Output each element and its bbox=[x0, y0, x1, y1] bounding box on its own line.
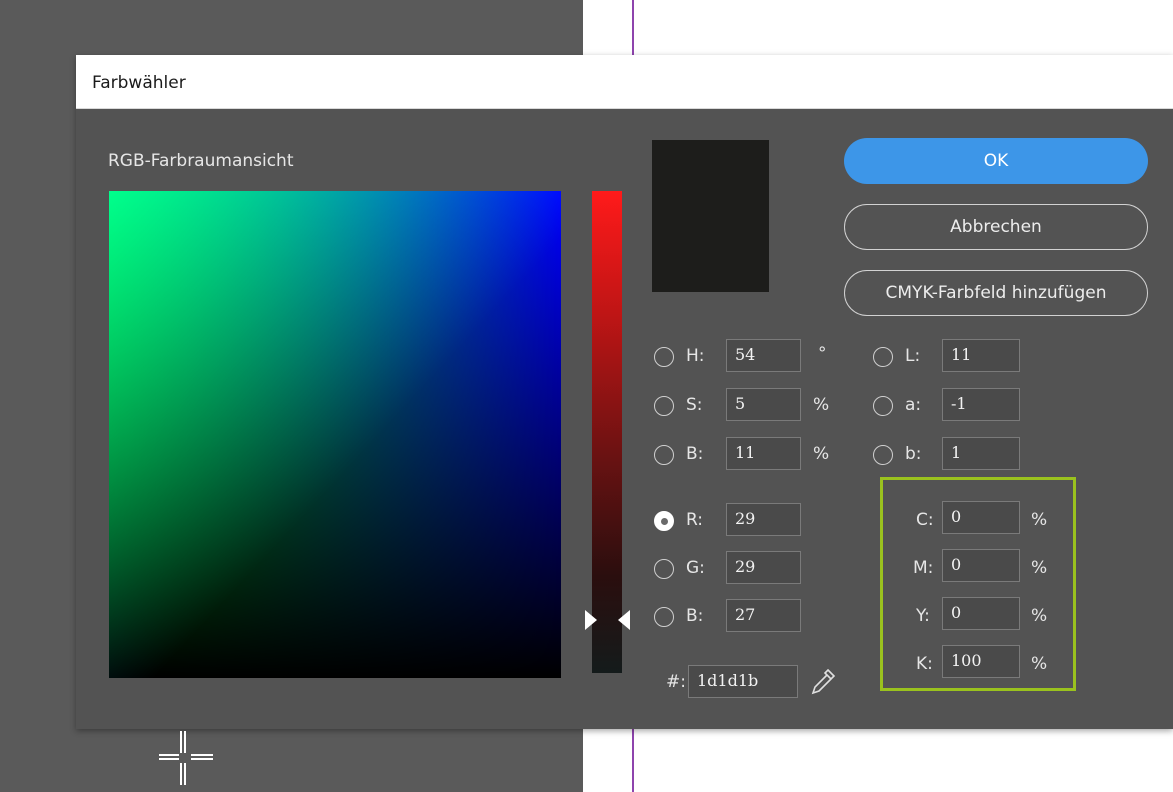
yellow-label: Y: bbox=[916, 606, 930, 626]
red-label: R: bbox=[686, 510, 704, 530]
blue-label: B: bbox=[686, 606, 704, 626]
key-field[interactable]: 100 bbox=[942, 645, 1020, 678]
slider-handle-left[interactable] bbox=[585, 610, 597, 630]
saturation-unit: % bbox=[813, 395, 830, 415]
radio-lab-b[interactable] bbox=[873, 445, 893, 465]
color-picker-dialog: Farbwähler RGB-Farbraumansicht OK Abbrec… bbox=[76, 55, 1173, 785]
crosshair-icon bbox=[159, 731, 213, 785]
radio-red[interactable] bbox=[654, 511, 674, 531]
yellow-unit: % bbox=[1031, 606, 1048, 626]
color-field[interactable] bbox=[109, 191, 561, 785]
ok-button[interactable]: OK bbox=[844, 138, 1148, 184]
brightness-unit: % bbox=[813, 444, 830, 464]
radio-saturation[interactable] bbox=[654, 396, 674, 416]
blue-field[interactable]: 27 bbox=[726, 599, 801, 632]
lab-l-field[interactable]: 11 bbox=[942, 339, 1020, 372]
key-label: K: bbox=[916, 654, 933, 674]
red-field[interactable]: 29 bbox=[726, 503, 801, 536]
magenta-label: M: bbox=[913, 558, 934, 578]
cancel-button[interactable]: Abbrechen bbox=[844, 204, 1148, 250]
radio-lab-l[interactable] bbox=[873, 347, 893, 367]
saturation-field[interactable]: 5 bbox=[726, 388, 801, 421]
green-label: G: bbox=[686, 558, 705, 578]
hue-field[interactable]: 54 bbox=[726, 339, 801, 372]
lab-b-label: b: bbox=[905, 444, 922, 464]
dialog-title: Farbwähler bbox=[92, 73, 186, 93]
brightness-label: B: bbox=[686, 444, 704, 464]
eyedropper-icon[interactable] bbox=[810, 668, 836, 696]
slider-handle-right[interactable] bbox=[618, 610, 630, 630]
title-bar: Farbwähler bbox=[76, 55, 1173, 109]
radio-green[interactable] bbox=[654, 559, 674, 579]
lab-a-field[interactable]: -1 bbox=[942, 388, 1020, 421]
brightness-field[interactable]: 11 bbox=[726, 437, 801, 470]
yellow-field[interactable]: 0 bbox=[942, 597, 1020, 630]
color-space-label: RGB-Farbraumansicht bbox=[108, 151, 294, 171]
color-preview bbox=[652, 140, 769, 292]
hue-slider[interactable] bbox=[592, 191, 622, 673]
saturation-label: S: bbox=[686, 395, 703, 415]
radio-brightness[interactable] bbox=[654, 445, 674, 465]
lab-b-field[interactable]: 1 bbox=[942, 437, 1020, 470]
cyan-unit: % bbox=[1031, 510, 1048, 530]
lab-l-label: L: bbox=[905, 346, 921, 366]
radio-lab-a[interactable] bbox=[873, 396, 893, 416]
hex-label: #: bbox=[666, 672, 686, 692]
hue-label: H: bbox=[686, 346, 705, 366]
lab-a-label: a: bbox=[905, 395, 922, 415]
cyan-field[interactable]: 0 bbox=[942, 501, 1020, 534]
hue-unit: ° bbox=[818, 344, 827, 364]
cyan-label: C: bbox=[916, 510, 934, 530]
radio-hue[interactable] bbox=[654, 347, 674, 367]
magenta-unit: % bbox=[1031, 558, 1048, 578]
key-unit: % bbox=[1031, 654, 1048, 674]
radio-blue[interactable] bbox=[654, 607, 674, 627]
add-cmyk-swatch-button[interactable]: CMYK-Farbfeld hinzufügen bbox=[844, 270, 1148, 316]
magenta-field[interactable]: 0 bbox=[942, 549, 1020, 582]
green-field[interactable]: 29 bbox=[726, 551, 801, 584]
hex-field[interactable]: 1d1d1b bbox=[688, 665, 798, 698]
